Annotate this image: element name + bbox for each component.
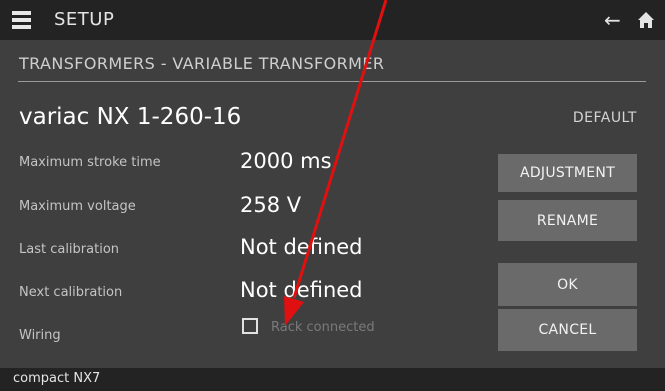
device-name: variac NX 1-260-16 (19, 104, 242, 130)
last-calibration-label: Last calibration (19, 242, 120, 257)
ok-button[interactable]: OK (498, 263, 637, 306)
title-bar: SETUP ← (0, 0, 665, 40)
wiring-label: Wiring (19, 328, 61, 343)
rack-connected-label[interactable]: Rack connected (271, 320, 375, 335)
adjustment-button[interactable]: ADJUSTMENT (498, 154, 637, 192)
default-label: DEFAULT (572, 110, 637, 126)
breadcrumb: TRANSFORMERS - VARIABLE TRANSFORMER (19, 54, 385, 73)
max-voltage-label: Maximum voltage (19, 199, 136, 214)
home-icon[interactable] (637, 11, 655, 29)
divider (18, 81, 646, 82)
status-bar: compact NX7 (0, 368, 665, 391)
next-calibration-label: Next calibration (19, 285, 123, 300)
next-calibration-value: Not defined (240, 278, 363, 302)
rack-connected-checkbox[interactable] (242, 318, 258, 334)
rename-button[interactable]: RENAME (498, 200, 637, 241)
last-calibration-value: Not defined (240, 235, 363, 259)
max-stroke-time-label: Maximum stroke time (19, 155, 161, 170)
menu-icon[interactable] (12, 11, 31, 29)
max-stroke-time-value: 2000 ms (240, 149, 332, 173)
page-title: SETUP (54, 9, 115, 30)
max-voltage-value: 258 V (240, 193, 302, 217)
cancel-button[interactable]: CANCEL (498, 309, 637, 351)
back-arrow-icon[interactable]: ← (604, 8, 621, 32)
device-model: compact NX7 (13, 371, 101, 386)
